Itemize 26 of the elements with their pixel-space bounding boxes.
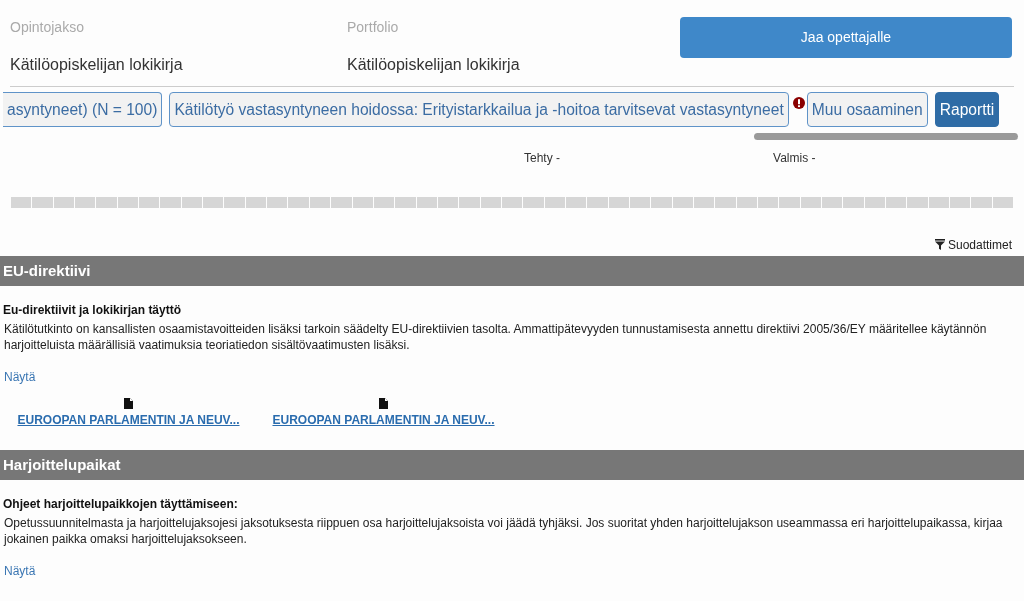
file-icon: [379, 398, 388, 409]
show-link[interactable]: Näytä: [3, 369, 36, 385]
field-value: Kätilöopiskelijan lokikirja: [10, 55, 183, 75]
tab[interactable]: Raportti: [934, 92, 1000, 127]
tab[interactable]: Muu osaaminen: [806, 92, 928, 127]
section-header: Harjoittelupaikat: [0, 450, 1024, 480]
section-text: Opetussuunnitelmasta ja harjoittelujaksojesi jaksotuksesta riippuen osa harjoittelujaksoista voi jäädä tyhjäksi. Jos suoritat yhden harjoittelujakson useammassa eri harjoittelupaikassa, kirjaa jokainen paikka omaksi harjoittelujaksokseen.: [3, 515, 1004, 547]
file-link[interactable]: EUROOPAN PARLAMENTIN JA NEUV...: [272, 412, 495, 428]
show-link[interactable]: Näytä: [3, 563, 36, 579]
progress-label: Tehty -: [524, 150, 560, 167]
filter-icon: [934, 239, 945, 250]
field-label: Portfolio: [347, 18, 399, 36]
share-button[interactable]: Jaa opettajalle: [680, 17, 1012, 58]
file-link[interactable]: EUROOPAN PARLAMENTIN JA NEUV...: [17, 412, 240, 428]
section-subtitle: Ohjeet harjoittelupaikkojen täyttämiseen:: [3, 497, 239, 512]
section-subtitle: Eu-direktiivit ja lokikirjan täyttö: [3, 303, 183, 318]
filters-button[interactable]: Suodattimet: [934, 233, 1012, 256]
progress-label: Valmis -: [773, 150, 816, 167]
tab[interactable]: asyntyneet) (N = 100): [3, 92, 163, 127]
file-icon: [124, 398, 133, 409]
section-header: EU-direktiivi: [0, 256, 1024, 286]
field-value: Kätilöopiskelijan lokikirja: [347, 55, 520, 75]
field-label: Opintojakso: [10, 18, 84, 36]
section-text: Kätilötutkinto on kansallisten osaamistavoitteiden lisäksi tarkoin säädelty EU-direktiivien tasolta. Ammattipätevyyden tunnustamisesta annettu direktiivi 2005/36/EY määritellee käytännön harjoitteluista määrällisiä vaatimuksia teoriatiedon sisältövaatimusten lisäksi.: [3, 321, 988, 353]
tab[interactable]: Kätilötyö vastasyntyneen hoidossa: Erityistarkkailua ja -hoitoa tarvitsevat vastasyntyneet: [169, 92, 789, 127]
scrollbar-thumb[interactable]: [754, 133, 1018, 140]
